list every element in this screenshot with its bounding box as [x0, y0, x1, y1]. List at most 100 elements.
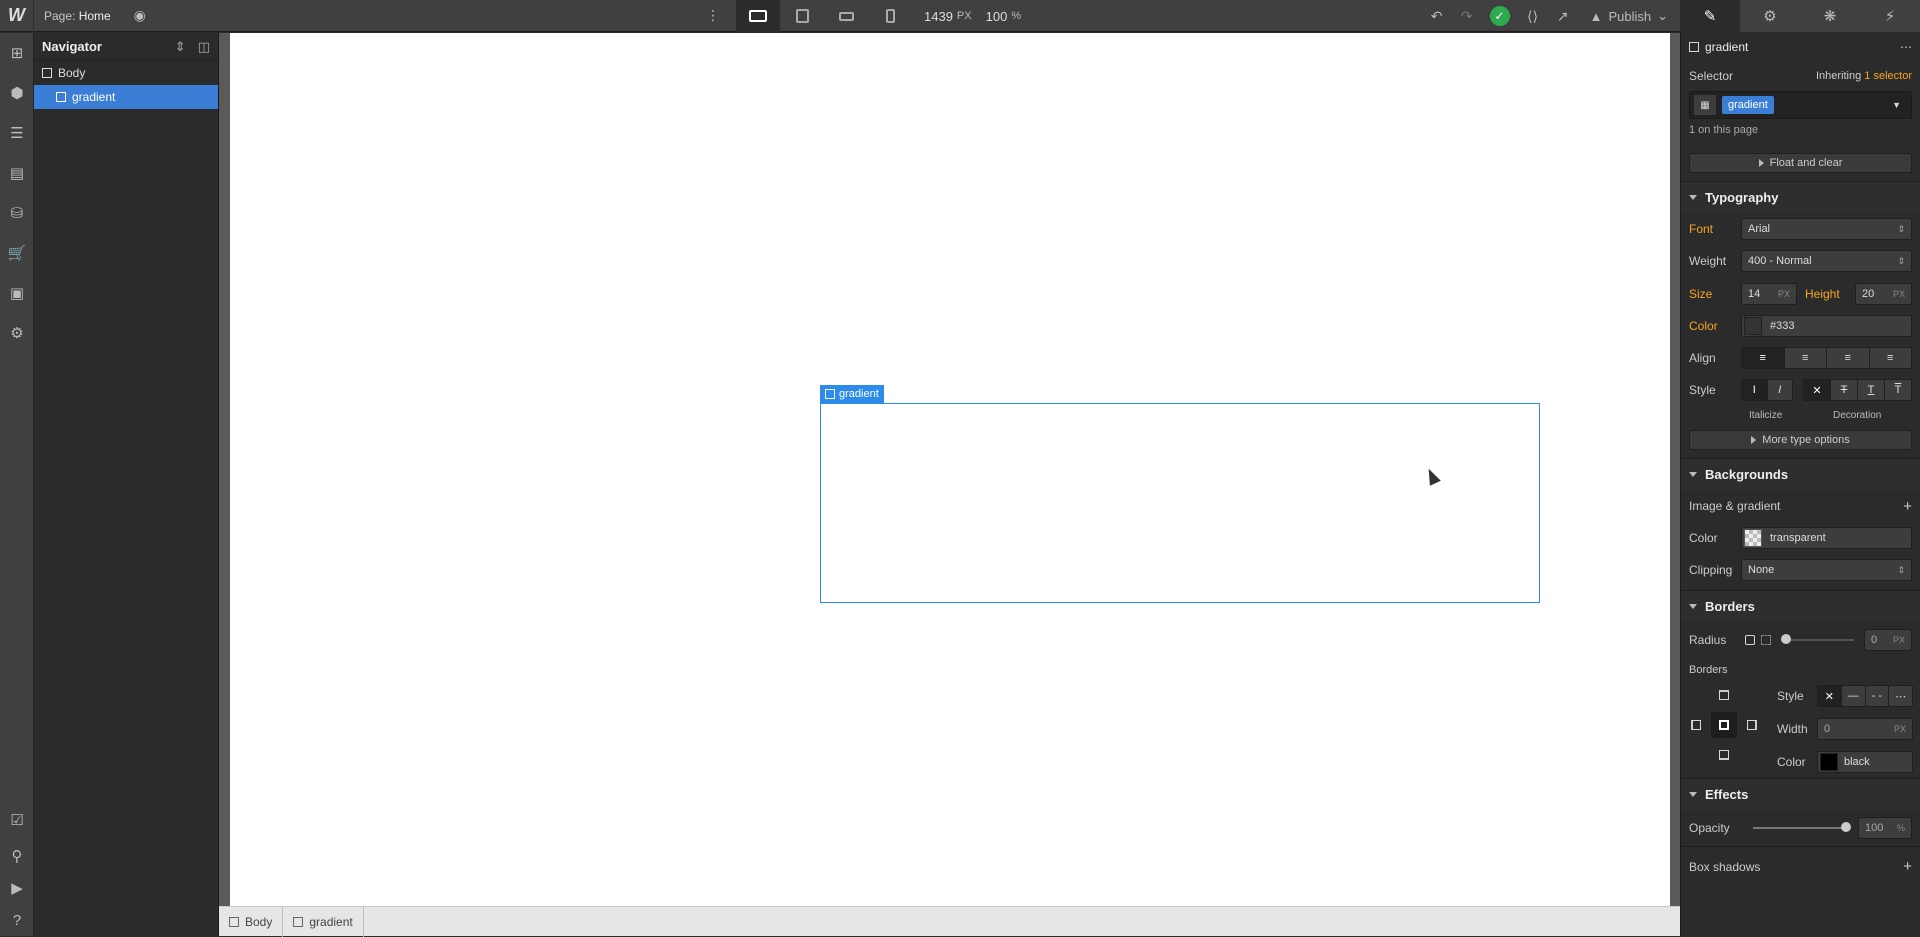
- border-top-icon[interactable]: [1719, 690, 1729, 700]
- radius-unit[interactable]: PX: [1893, 635, 1905, 645]
- ecommerce-cart-icon[interactable]: 🛒: [0, 233, 34, 273]
- selector-state-icon[interactable]: ▦: [1694, 95, 1716, 115]
- background-color-input[interactable]: transparent: [1741, 527, 1912, 549]
- radius-slider-knob[interactable]: [1781, 634, 1791, 644]
- text-color-swatch[interactable]: [1744, 317, 1762, 335]
- align-center-icon[interactable]: ≡: [1784, 348, 1827, 368]
- preview-eye-icon[interactable]: ◉: [125, 0, 155, 32]
- effects-section-header[interactable]: Effects: [1681, 778, 1920, 810]
- border-width-input[interactable]: 0 PX: [1817, 718, 1913, 740]
- navigator-icon[interactable]: ☰: [0, 113, 34, 153]
- font-size-input[interactable]: 14 PX: [1741, 282, 1797, 305]
- float-clear-label: Float and clear: [1769, 157, 1843, 169]
- italic-icon[interactable]: I: [1767, 380, 1792, 400]
- upright-icon[interactable]: I: [1742, 380, 1768, 400]
- border-width-row: Width 0 PX: [1777, 717, 1913, 741]
- audit-check-icon[interactable]: ☑: [0, 800, 34, 840]
- navigator-item-body[interactable]: Body: [34, 61, 218, 85]
- expand-collapse-icon[interactable]: ⇕: [175, 39, 186, 55]
- video-tutorials-icon[interactable]: ▶: [0, 872, 34, 904]
- backgrounds-section-header[interactable]: Backgrounds: [1681, 458, 1920, 490]
- border-solid-icon[interactable]: —: [1841, 686, 1866, 706]
- add-background-icon[interactable]: +: [1903, 498, 1912, 515]
- style-panel-tab[interactable]: ✎: [1680, 0, 1740, 32]
- check-icon[interactable]: ✓: [1489, 6, 1510, 26]
- more-type-options-button[interactable]: More type options: [1689, 430, 1912, 450]
- selector-dropdown-icon[interactable]: ▼: [1892, 100, 1901, 110]
- navigator-item-gradient[interactable]: gradient: [34, 85, 218, 109]
- pages-icon[interactable]: ▤: [0, 153, 34, 193]
- webflow-logo[interactable]: W: [0, 0, 34, 32]
- radius-individual-corners-icon[interactable]: [1761, 635, 1771, 645]
- interactions-tab[interactable]: ⚡: [1860, 0, 1920, 32]
- inheriting-selector-link[interactable]: 1 selector: [1864, 70, 1912, 82]
- symbols-cube-icon[interactable]: ⬢: [0, 73, 34, 113]
- style-manager-tab[interactable]: ❋: [1800, 0, 1860, 32]
- radius-slider[interactable]: [1781, 634, 1854, 644]
- radius-label: Radius: [1689, 633, 1727, 647]
- more-options-icon[interactable]: ⋯: [1900, 40, 1912, 54]
- breadcrumb-item-body[interactable]: Body: [219, 906, 284, 937]
- overline-icon[interactable]: T: [1885, 380, 1911, 400]
- page-selector[interactable]: Page: Home: [34, 9, 111, 23]
- mobile-landscape-breakpoint-button[interactable]: [824, 0, 868, 32]
- line-height-unit[interactable]: PX: [1893, 289, 1905, 299]
- selector-field[interactable]: ▦ gradient ▼: [1689, 91, 1912, 119]
- mobile-portrait-breakpoint-button[interactable]: [868, 0, 912, 32]
- no-decoration-icon[interactable]: ✕: [1804, 380, 1831, 400]
- border-right-icon[interactable]: [1747, 720, 1757, 730]
- align-left-icon[interactable]: ≡: [1742, 348, 1785, 368]
- radius-all-corners-icon[interactable]: [1745, 635, 1755, 645]
- border-dashed-icon[interactable]: - -: [1865, 686, 1890, 706]
- settings-panel-tab[interactable]: ⚙: [1740, 0, 1800, 32]
- font-size-unit[interactable]: PX: [1778, 289, 1790, 299]
- weight-select[interactable]: 400 - Normal ⇕: [1741, 250, 1912, 272]
- line-height-input[interactable]: 20 PX: [1855, 282, 1912, 305]
- border-left-icon[interactable]: [1691, 720, 1701, 730]
- more-vertical-icon[interactable]: ⋮: [698, 0, 728, 32]
- radius-input[interactable]: 0 PX: [1864, 629, 1912, 651]
- border-dotted-icon[interactable]: ⋯: [1889, 686, 1912, 706]
- opacity-slider[interactable]: [1753, 822, 1851, 832]
- add-element-icon[interactable]: ⊞: [0, 33, 34, 73]
- undo-icon[interactable]: ↶: [1422, 0, 1452, 32]
- border-color-input[interactable]: black: [1817, 751, 1913, 773]
- gradient-div-block[interactable]: [820, 403, 1540, 603]
- clipping-select[interactable]: None ⇕: [1741, 559, 1912, 581]
- add-box-shadow-icon[interactable]: +: [1903, 858, 1912, 875]
- border-all-icon[interactable]: [1711, 712, 1737, 738]
- code-icon[interactable]: ⟨⟩: [1518, 0, 1548, 32]
- dock-panel-icon[interactable]: ◫: [198, 39, 210, 55]
- search-icon[interactable]: ⚲: [0, 840, 34, 872]
- page-canvas[interactable]: gradient: [230, 33, 1670, 906]
- selected-element-label[interactable]: gradient: [820, 385, 884, 403]
- assets-icon[interactable]: ▣: [0, 273, 34, 313]
- text-color-input[interactable]: #333: [1741, 315, 1912, 337]
- align-justify-icon[interactable]: ≡: [1869, 348, 1911, 368]
- border-none-icon[interactable]: ✕: [1818, 686, 1842, 706]
- float-clear-button[interactable]: Float and clear: [1689, 153, 1912, 173]
- help-icon[interactable]: ?: [0, 904, 34, 936]
- desktop-breakpoint-button[interactable]: [736, 0, 780, 32]
- selector-tag[interactable]: gradient: [1722, 96, 1774, 114]
- breadcrumb-item-gradient[interactable]: gradient: [283, 906, 364, 937]
- opacity-slider-knob[interactable]: [1841, 822, 1851, 832]
- cms-database-icon[interactable]: ⛁: [0, 193, 34, 233]
- border-bottom-icon[interactable]: [1719, 750, 1729, 760]
- align-right-icon[interactable]: ≡: [1827, 348, 1870, 368]
- project-settings-gear-icon[interactable]: ⚙: [0, 313, 34, 353]
- border-color-swatch[interactable]: [1820, 753, 1838, 771]
- border-width-unit[interactable]: PX: [1894, 724, 1906, 734]
- export-icon[interactable]: ↗: [1548, 0, 1578, 32]
- tablet-breakpoint-button[interactable]: [780, 0, 824, 32]
- font-select[interactable]: Arial ⇕: [1741, 218, 1912, 240]
- strikethrough-icon[interactable]: T: [1831, 380, 1858, 400]
- typography-section-header[interactable]: Typography: [1681, 181, 1920, 213]
- background-color-swatch[interactable]: [1744, 529, 1762, 547]
- redo-icon[interactable]: ↷: [1452, 0, 1482, 32]
- borders-section-header[interactable]: Borders: [1681, 590, 1920, 622]
- publish-button[interactable]: ▲ Publish ⌄: [1578, 8, 1680, 24]
- opacity-unit[interactable]: %: [1897, 823, 1905, 833]
- underline-icon[interactable]: T: [1858, 380, 1885, 400]
- opacity-input[interactable]: 100 %: [1858, 817, 1912, 839]
